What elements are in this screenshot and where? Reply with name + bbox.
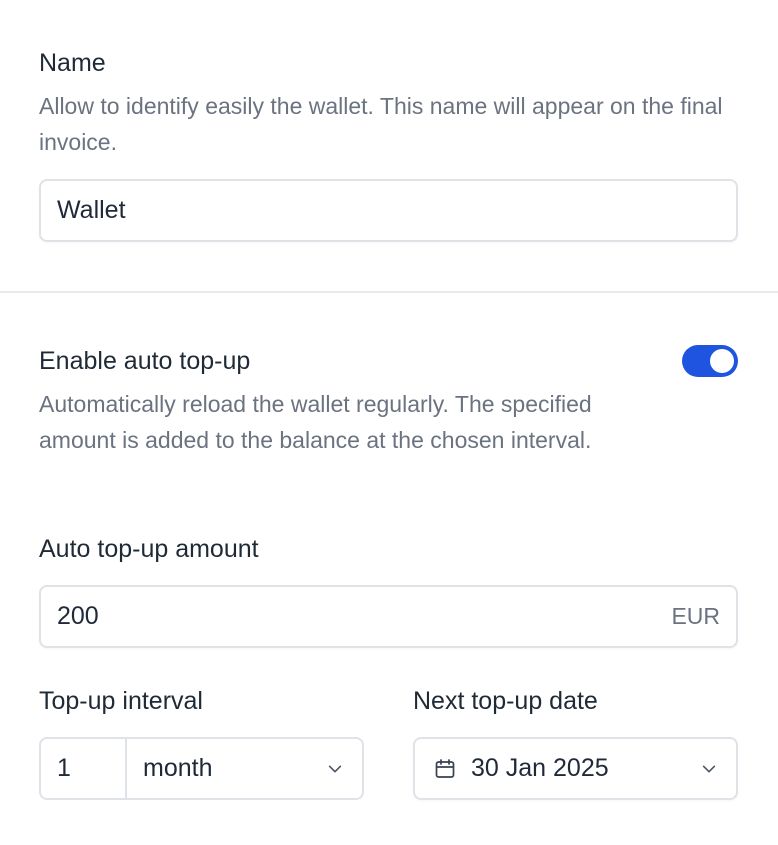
name-help-text: Allow to identify easily the wallet. Thi… (39, 93, 723, 155)
auto-topup-label: Enable auto top-up (39, 347, 251, 375)
chevron-down-icon (702, 764, 716, 773)
currency-suffix: EUR (671, 603, 720, 629)
next-date-value: 30 Jan 2025 (471, 754, 609, 782)
interval-control: 1 month (39, 737, 364, 800)
wallet-name-value: Wallet (57, 196, 126, 224)
calendar-icon (435, 758, 455, 778)
interval-unit-value: month (143, 754, 213, 782)
section-divider (0, 291, 778, 293)
name-section: Name Allow to identify easily the wallet… (39, 48, 738, 160)
auto-topup-toggle[interactable] (682, 345, 738, 377)
interval-label: Top-up interval (39, 687, 203, 715)
wallet-name-input[interactable]: Wallet (39, 179, 738, 242)
next-date-picker[interactable]: 30 Jan 2025 (413, 737, 738, 800)
amount-label: Auto top-up amount (39, 535, 259, 563)
toggle-knob (710, 349, 734, 373)
next-date-label: Next top-up date (413, 687, 598, 715)
name-label: Name (39, 49, 106, 77)
chevron-down-icon (328, 764, 342, 773)
auto-topup-help-text: Automatically reload the wallet regularl… (39, 391, 592, 453)
amount-value: 200 (57, 602, 99, 630)
interval-unit-select[interactable]: month (125, 737, 364, 800)
auto-topup-section: Enable auto top-up Automatically reload … (39, 346, 628, 458)
interval-count-value: 1 (57, 754, 71, 782)
amount-input[interactable]: 200 EUR (39, 585, 738, 648)
interval-count-input[interactable]: 1 (39, 737, 125, 800)
